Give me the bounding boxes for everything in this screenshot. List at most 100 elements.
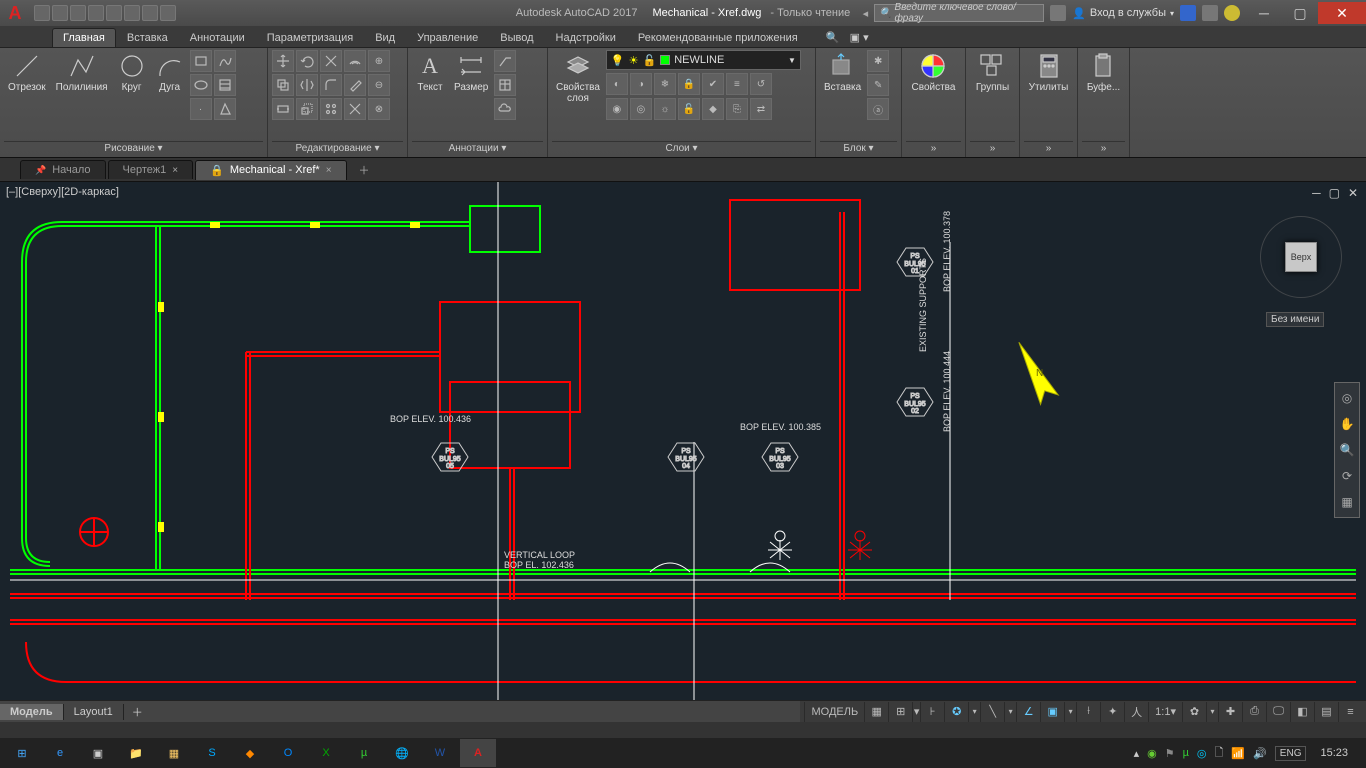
qat-plot-icon[interactable] bbox=[106, 5, 122, 21]
status-grid-icon[interactable]: ▦ bbox=[864, 702, 888, 722]
nav-wheel-icon[interactable]: ◎ bbox=[1337, 387, 1357, 409]
status-space[interactable]: МОДЕЛЬ bbox=[804, 702, 864, 722]
viewcube[interactable]: Верх Без имени bbox=[1256, 212, 1346, 342]
layer-iso-icon[interactable]: ◑ bbox=[630, 73, 652, 95]
status-iso-icon[interactable]: ◧ bbox=[1290, 702, 1314, 722]
properties-button[interactable]: Свойства bbox=[908, 50, 960, 95]
offset-icon[interactable] bbox=[344, 50, 366, 72]
dimension-button[interactable]: Размер bbox=[450, 50, 492, 95]
status-polar-icon[interactable]: ✪ bbox=[944, 702, 968, 722]
block-create-icon[interactable]: ✱ bbox=[867, 50, 889, 72]
status-ortho-icon[interactable]: ⊦ bbox=[920, 702, 944, 722]
tab-collapse-icon[interactable]: ▣ ▾ bbox=[839, 27, 880, 47]
layer-thaw-icon[interactable]: ☼ bbox=[654, 98, 676, 120]
fillet-icon[interactable] bbox=[320, 74, 342, 96]
qat-new-icon[interactable] bbox=[34, 5, 50, 21]
nav-orbit-icon[interactable]: ⟳ bbox=[1337, 465, 1357, 487]
panel-utilities-title[interactable]: » bbox=[1024, 141, 1073, 157]
nav-zoom-icon[interactable]: 🔍 bbox=[1337, 439, 1357, 461]
task-foxit-icon[interactable]: ◆ bbox=[232, 739, 268, 767]
status-otrack-drop[interactable]: ▾ bbox=[1064, 702, 1076, 722]
array-icon[interactable] bbox=[320, 98, 342, 120]
tray-language[interactable]: ENG bbox=[1275, 746, 1307, 761]
move-icon[interactable] bbox=[272, 50, 294, 72]
tab-annotate[interactable]: Аннотации bbox=[179, 28, 256, 47]
close-icon[interactable]: × bbox=[172, 165, 178, 176]
task-ie-icon[interactable]: e bbox=[42, 739, 78, 767]
status-tpy-icon[interactable]: ✦ bbox=[1100, 702, 1124, 722]
tab-output[interactable]: Вывод bbox=[489, 28, 544, 47]
exchange-apps-icon[interactable] bbox=[1180, 5, 1196, 21]
status-qp-icon[interactable]: ⎙ bbox=[1242, 702, 1266, 722]
arc-button[interactable]: Дуга bbox=[152, 50, 188, 95]
tray-app3-icon[interactable]: µ bbox=[1183, 747, 1189, 759]
point-icon[interactable]: · bbox=[190, 98, 212, 120]
layout-1[interactable]: Layout1 bbox=[64, 704, 124, 720]
tab-insert[interactable]: Вставка bbox=[116, 28, 179, 47]
status-polar-drop[interactable]: ▾ bbox=[968, 702, 980, 722]
panel-draw-title[interactable]: Рисование ▾ bbox=[4, 141, 263, 157]
utilities-button[interactable]: Утилиты bbox=[1025, 50, 1073, 95]
maximize-button[interactable]: ▢ bbox=[1282, 2, 1318, 24]
copy-icon[interactable] bbox=[272, 74, 294, 96]
status-gear-icon[interactable]: ✿ bbox=[1182, 702, 1206, 722]
task-cmd-icon[interactable]: ▣ bbox=[80, 739, 116, 767]
nav-showmotion-icon[interactable]: ▦ bbox=[1337, 491, 1357, 513]
close-icon[interactable]: × bbox=[326, 165, 332, 176]
panel-properties-title[interactable]: » bbox=[906, 141, 961, 157]
status-custom-icon[interactable]: ≡ bbox=[1338, 702, 1362, 722]
tab-addins[interactable]: Надстройки bbox=[545, 28, 627, 47]
minimize-button[interactable]: ─ bbox=[1246, 2, 1282, 24]
text-button[interactable]: A Текст bbox=[412, 50, 448, 95]
new-tab-button[interactable]: ＋ bbox=[349, 159, 380, 181]
block-attr-icon[interactable]: ⓐ bbox=[867, 98, 889, 120]
cloud-icon[interactable] bbox=[494, 98, 516, 120]
layer-properties-button[interactable]: Свойства слоя bbox=[552, 50, 604, 106]
panel-layers-title[interactable]: Слои ▾ bbox=[552, 141, 811, 157]
layer-prev-icon[interactable]: ↺ bbox=[750, 73, 772, 95]
tray-app4-icon[interactable]: ◎ bbox=[1197, 747, 1207, 760]
qat-saveas-icon[interactable] bbox=[88, 5, 104, 21]
status-isodraft-drop[interactable]: ▾ bbox=[1004, 702, 1016, 722]
tab-home[interactable]: Главная bbox=[52, 28, 116, 47]
layout-add-button[interactable]: ＋ bbox=[124, 702, 151, 722]
layer-copy-icon[interactable]: ⎘ bbox=[726, 98, 748, 120]
erase-icon[interactable] bbox=[344, 74, 366, 96]
layer-walk-icon[interactable]: ⇄ bbox=[750, 98, 772, 120]
mirror-icon[interactable] bbox=[296, 74, 318, 96]
status-clean-icon[interactable]: ▤ bbox=[1314, 702, 1338, 722]
task-tc-icon[interactable]: ▦ bbox=[156, 739, 192, 767]
layer-match-icon[interactable]: ≡ bbox=[726, 73, 748, 95]
region-icon[interactable] bbox=[214, 98, 236, 120]
qat-more-icon[interactable] bbox=[160, 5, 176, 21]
status-annoscale-icon[interactable]: 人 bbox=[1124, 702, 1148, 722]
trim-icon[interactable] bbox=[320, 50, 342, 72]
tray-volume-icon[interactable]: 🔊 bbox=[1253, 747, 1267, 760]
polyline-button[interactable]: Полилиния bbox=[52, 50, 112, 95]
layout-model[interactable]: Модель bbox=[0, 704, 64, 720]
tray-app1-icon[interactable]: ◉ bbox=[1147, 747, 1157, 760]
rotate-icon[interactable] bbox=[296, 50, 318, 72]
status-osnap-icon[interactable]: ∠ bbox=[1016, 702, 1040, 722]
layer-on-icon[interactable]: ◉ bbox=[606, 98, 628, 120]
scale-icon[interactable] bbox=[296, 98, 318, 120]
tab-manage[interactable]: Управление bbox=[406, 28, 489, 47]
layer-dropdown[interactable]: 💡 ☀ 🔓 NEWLINE ▼ bbox=[606, 50, 801, 70]
doctab-1[interactable]: Чертеж1× bbox=[108, 160, 194, 179]
layer-lock-icon[interactable]: 🔒 bbox=[678, 73, 700, 95]
status-isodraft-icon[interactable]: ╲ bbox=[980, 702, 1004, 722]
help-icon[interactable] bbox=[1224, 5, 1240, 21]
hatch-icon[interactable] bbox=[214, 74, 236, 96]
panel-clipboard-title[interactable]: » bbox=[1082, 141, 1125, 157]
task-explorer-icon[interactable]: 📁 bbox=[118, 739, 154, 767]
doctab-start[interactable]: 📌Начало bbox=[20, 160, 106, 179]
tray-wifi-icon[interactable]: 📶 bbox=[1231, 747, 1245, 760]
layer-freeze-icon[interactable]: ❄ bbox=[654, 73, 676, 95]
line-button[interactable]: Отрезок bbox=[4, 50, 50, 95]
qat-open-icon[interactable] bbox=[52, 5, 68, 21]
leader-icon[interactable] bbox=[494, 50, 516, 72]
task-autocad-icon[interactable]: A bbox=[460, 739, 496, 767]
tray-up-icon[interactable]: ▴ bbox=[1134, 747, 1140, 760]
close-button[interactable]: ✕ bbox=[1318, 2, 1366, 24]
groups-button[interactable]: Группы bbox=[972, 50, 1013, 95]
